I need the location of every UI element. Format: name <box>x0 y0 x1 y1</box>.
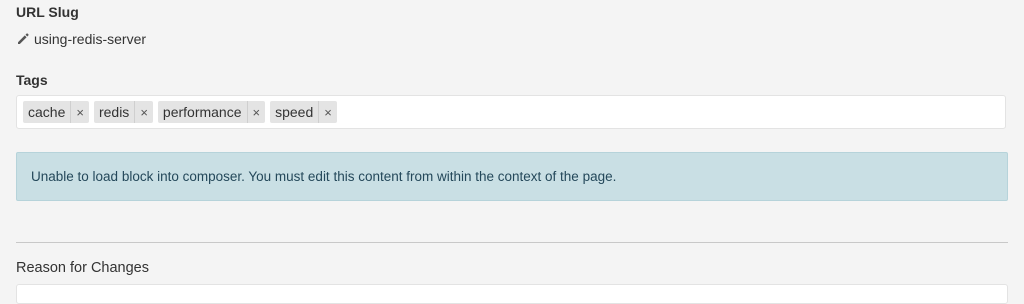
tag-remove-icon[interactable]: × <box>319 101 337 123</box>
reason-for-changes-label: Reason for Changes <box>16 260 149 276</box>
tag-remove-icon[interactable]: × <box>71 101 89 123</box>
tag-remove-icon[interactable]: × <box>248 101 266 123</box>
tag-label: cache <box>23 101 72 123</box>
pencil-icon[interactable] <box>16 32 30 46</box>
section-divider <box>16 242 1008 243</box>
url-slug-value[interactable]: using-redis-server <box>34 31 146 47</box>
reason-for-changes-input[interactable] <box>16 284 1008 304</box>
info-alert: Unable to load block into composer. You … <box>16 152 1008 201</box>
tags-label: Tags <box>16 72 48 88</box>
tag-chip: performance × <box>157 101 266 123</box>
tag-label: performance <box>158 101 248 123</box>
tag-label: speed <box>270 101 320 123</box>
tag-remove-icon[interactable]: × <box>135 101 153 123</box>
tag-label: redis <box>94 101 136 123</box>
tags-input[interactable]: cache × redis × performance × speed × <box>16 95 1006 129</box>
url-slug-row[interactable]: using-redis-server <box>16 30 146 48</box>
tag-chip: redis × <box>93 101 153 123</box>
tag-chip: speed × <box>270 101 337 123</box>
url-slug-label: URL Slug <box>16 4 79 20</box>
tag-chip: cache × <box>23 101 89 123</box>
alert-message: Unable to load block into composer. You … <box>31 169 617 184</box>
